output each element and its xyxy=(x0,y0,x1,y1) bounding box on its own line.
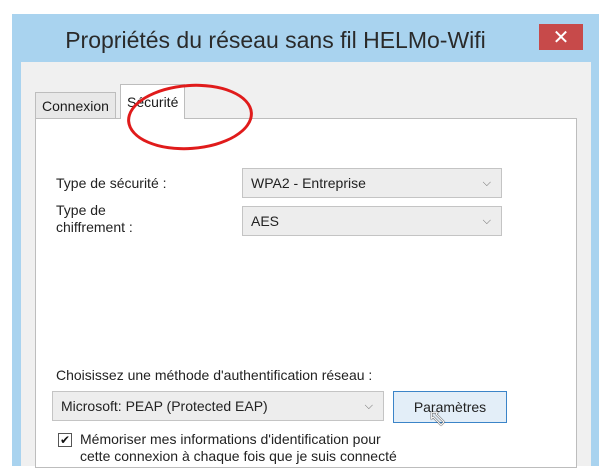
remember-line1: Mémoriser mes informations d'identificat… xyxy=(80,431,381,447)
security-panel: Type de sécurité : WPA2 - Entreprise ⌵ T… xyxy=(35,118,577,468)
auth-method-label: Choisissez une méthode d'authentificatio… xyxy=(56,367,373,383)
cipher-type-label: Type de chiffrement : xyxy=(56,202,133,236)
security-type-select[interactable]: WPA2 - Entreprise ⌵ xyxy=(242,168,502,198)
tab-securite[interactable]: Sécurité xyxy=(120,84,186,119)
remember-label: Mémoriser mes informations d'identificat… xyxy=(80,431,397,465)
close-button[interactable]: ✕ xyxy=(539,24,583,50)
auth-method-select[interactable]: Microsoft: PEAP (Protected EAP) ⌵ xyxy=(52,391,384,421)
cipher-type-value: AES xyxy=(251,213,280,229)
chevron-down-icon: ⌵ xyxy=(482,176,491,189)
chevron-down-icon: ⌵ xyxy=(364,399,373,412)
settings-button[interactable]: Paramètres xyxy=(393,391,507,423)
cipher-label-line1: Type de xyxy=(56,202,106,218)
checkmark-icon: ✔ xyxy=(59,433,71,447)
security-type-label: Type de sécurité : xyxy=(56,175,167,191)
close-icon: ✕ xyxy=(552,26,570,49)
properties-window: Propriétés du réseau sans fil HELMo-Wifi… xyxy=(12,14,599,468)
security-type-value: WPA2 - Entreprise xyxy=(251,175,366,191)
remember-line2: cette connexion à chaque fois que je sui… xyxy=(80,448,397,464)
remember-checkbox[interactable]: ✔ xyxy=(58,433,72,447)
chevron-down-icon: ⌵ xyxy=(482,214,491,227)
title-bar: Propriétés du réseau sans fil HELMo-Wifi… xyxy=(12,14,599,62)
cipher-label-line2: chiffrement : xyxy=(56,219,133,235)
tab-connexion[interactable]: Connexion xyxy=(35,92,116,119)
cipher-type-select[interactable]: AES ⌵ xyxy=(242,206,502,236)
mouse-cursor-icon: ⬁ xyxy=(428,405,447,430)
auth-method-value: Microsoft: PEAP (Protected EAP) xyxy=(61,398,268,414)
dialog-content: Connexion Sécurité Type de sécurité : WP… xyxy=(21,62,591,468)
window-title: Propriétés du réseau sans fil HELMo-Wifi xyxy=(65,27,486,53)
tab-strip: Connexion Sécurité xyxy=(35,79,575,155)
